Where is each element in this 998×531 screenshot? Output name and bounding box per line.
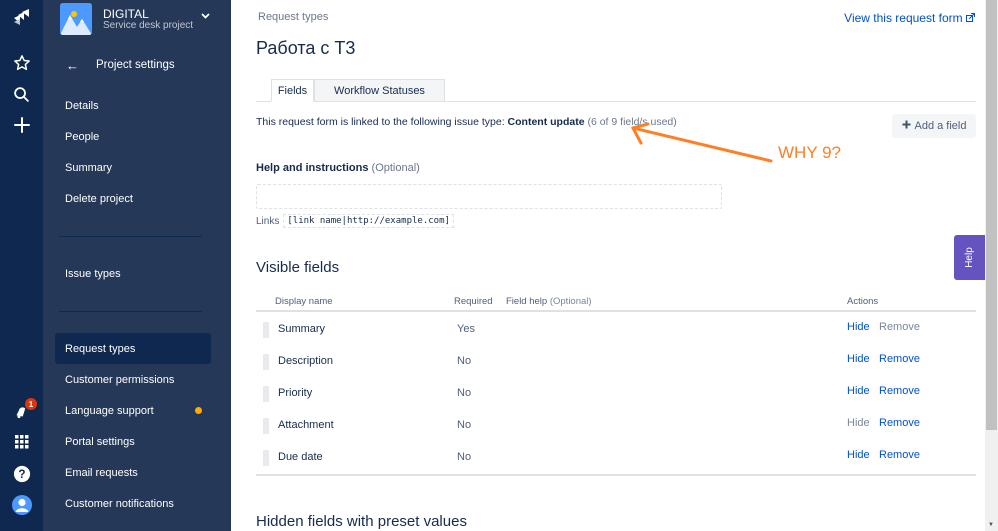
annotation-text: WHY 9? [778, 143, 841, 162]
annotation-arrowhead-top [631, 122, 650, 130]
annotation-arrow-line [631, 126, 773, 163]
annotation-arrow [631, 122, 773, 163]
